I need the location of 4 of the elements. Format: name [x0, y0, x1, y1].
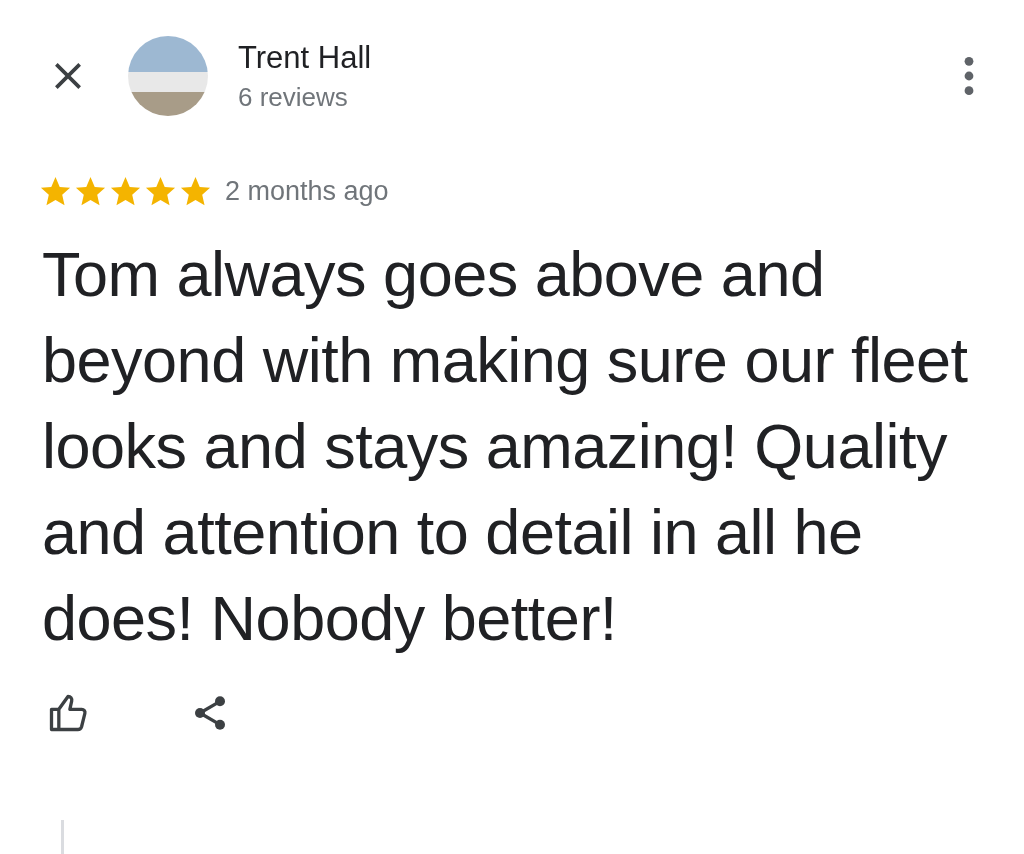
review-time: 2 months ago	[225, 176, 389, 207]
review-count: 6 reviews	[238, 81, 349, 113]
reviewer-name[interactable]: Trent Hall	[238, 39, 372, 76]
review-text: Tom always goes above and beyond with making sure our fleet looks and stays amazing! Quality and attention to detail in all he does! Nobody better!	[42, 238, 969, 655]
